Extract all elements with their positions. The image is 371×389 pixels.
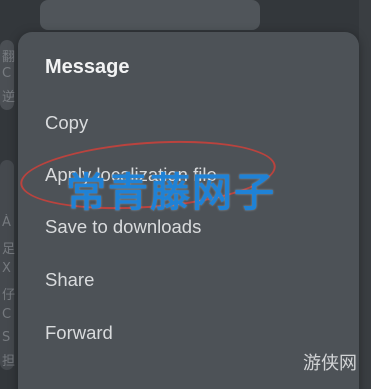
menu-item-copy[interactable]: Copy	[18, 100, 359, 146]
background-glyph: 逆	[2, 90, 16, 105]
background-glyph: 足	[2, 242, 16, 257]
menu-item-label: Apply localization file	[45, 164, 217, 185]
background-glyph: À	[2, 215, 11, 230]
menu-item-label: Save to downloads	[45, 216, 202, 237]
background-glyph: C	[2, 66, 12, 81]
menu-title: Message	[45, 56, 130, 78]
menu-item-save-to-downloads[interactable]: Save to downloads	[18, 204, 359, 250]
background-glyph: C	[2, 307, 12, 322]
menu-item-apply-localization-file[interactable]: Apply localization file	[18, 152, 359, 198]
menu-item-label: Copy	[45, 112, 89, 133]
background-glyph: 仔	[2, 288, 16, 303]
menu-item-share[interactable]: Share	[18, 257, 359, 303]
background-message-strip: 翻 C 逆	[0, 40, 16, 110]
background-glyph: X	[2, 261, 11, 276]
background-glyph: S	[2, 330, 11, 345]
menu-item-label: Share	[45, 269, 95, 290]
background-edge	[359, 0, 371, 389]
background-message-bubble	[40, 0, 260, 30]
message-context-menu: Message Copy Apply localization file Sav…	[18, 32, 359, 389]
background-glyph: 担	[2, 354, 16, 369]
chat-screen: 翻 C 逆 À 足 X 仔 C S 担 Message Copy Apply l…	[0, 0, 371, 389]
background-message-strip: À 足 X 仔 C S 担	[0, 160, 16, 370]
background-glyph: 翻	[2, 50, 16, 65]
menu-item-forward[interactable]: Forward	[18, 310, 359, 356]
menu-item-label: Forward	[45, 322, 113, 343]
